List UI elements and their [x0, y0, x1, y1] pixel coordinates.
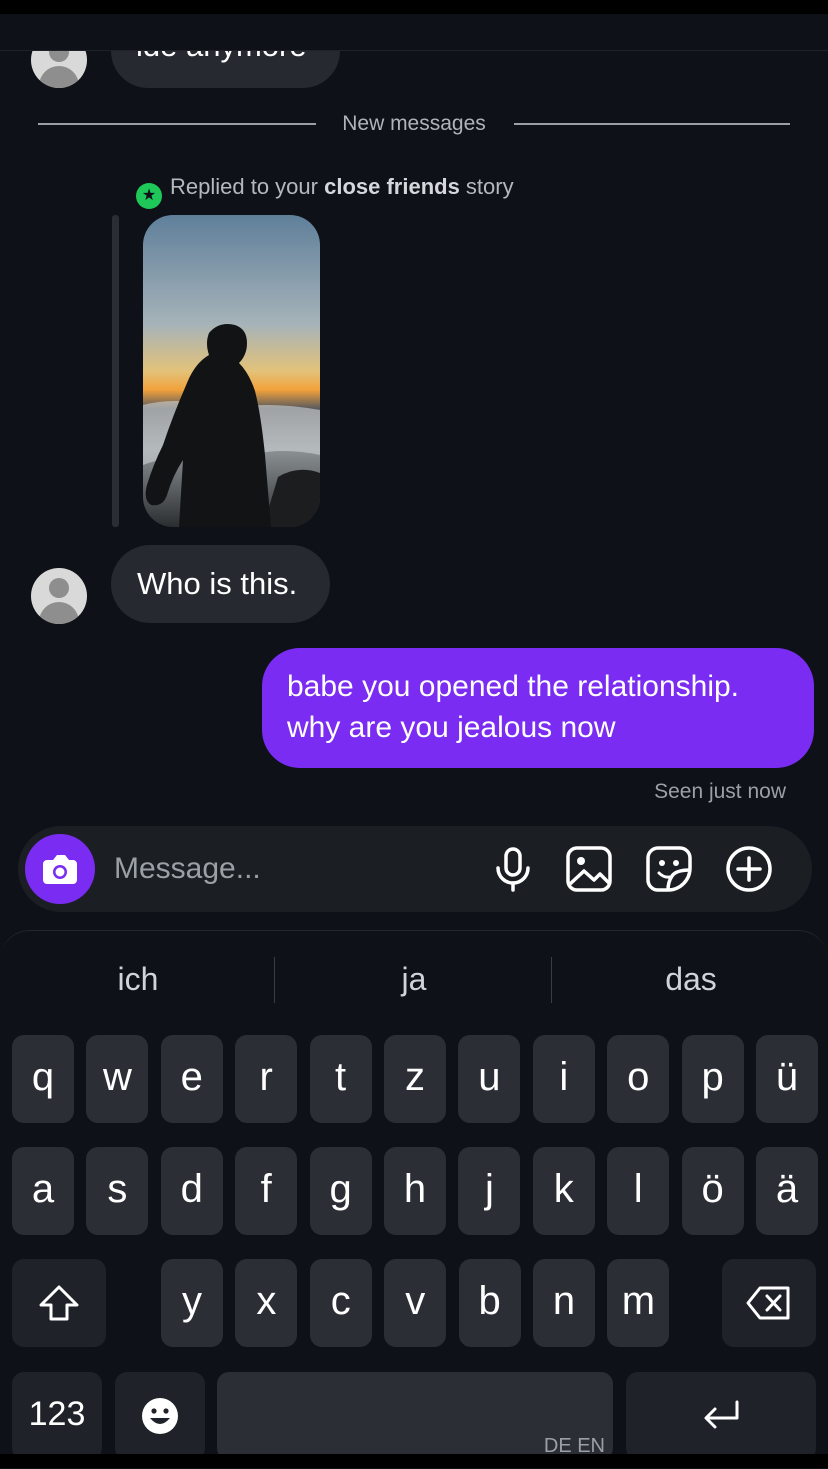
- key-ö[interactable]: ö: [681, 1147, 744, 1235]
- space-key[interactable]: DE EN: [217, 1372, 613, 1460]
- key-x[interactable]: x: [235, 1259, 298, 1347]
- key-t[interactable]: t: [309, 1035, 372, 1123]
- key-y[interactable]: y: [161, 1259, 223, 1347]
- shift-key[interactable]: [12, 1259, 106, 1347]
- key-q[interactable]: q: [12, 1035, 74, 1123]
- close-friends-star-icon: ★: [136, 183, 162, 209]
- emoji-icon: [142, 1398, 178, 1434]
- message-input[interactable]: [112, 848, 476, 890]
- key-i[interactable]: i: [532, 1035, 595, 1123]
- shift-icon: [39, 1285, 79, 1321]
- key-m[interactable]: m: [607, 1259, 670, 1347]
- incoming-message-bubble[interactable]: Who is this.: [111, 545, 330, 623]
- chat-screen: ide anymore New messages ★Replied to you…: [0, 0, 828, 1469]
- suggestion-divider: [274, 957, 275, 1003]
- plus-icon: [726, 846, 772, 892]
- header-divider-line: [0, 50, 828, 51]
- key-a[interactable]: a: [12, 1147, 74, 1235]
- message-composer: [18, 826, 812, 912]
- key-z[interactable]: z: [384, 1035, 446, 1123]
- return-icon: [704, 1400, 739, 1429]
- suggestion-3[interactable]: das: [553, 961, 828, 998]
- key-c[interactable]: c: [309, 1259, 372, 1347]
- key-l[interactable]: l: [607, 1147, 670, 1235]
- sticker-button[interactable]: [644, 844, 694, 894]
- new-messages-separator: New messages: [38, 110, 790, 138]
- backspace-key[interactable]: [722, 1259, 816, 1347]
- camera-icon: [43, 855, 77, 884]
- key-b[interactable]: b: [458, 1259, 521, 1347]
- key-f[interactable]: f: [235, 1147, 298, 1235]
- key-j[interactable]: j: [458, 1147, 521, 1235]
- backspace-icon: [746, 1286, 790, 1320]
- new-messages-label: New messages: [342, 112, 486, 135]
- reply-prefix-text: Replied to your: [170, 174, 325, 199]
- microphone-button[interactable]: [488, 844, 538, 894]
- key-ü[interactable]: ü: [756, 1035, 818, 1123]
- key-u[interactable]: u: [458, 1035, 521, 1123]
- story-thumbnail[interactable]: [143, 215, 320, 527]
- seen-status: Seen just now: [654, 780, 786, 803]
- key-k[interactable]: k: [532, 1147, 595, 1235]
- key-d[interactable]: d: [160, 1147, 223, 1235]
- key-e[interactable]: e: [160, 1035, 223, 1123]
- key-o[interactable]: o: [607, 1035, 670, 1123]
- key-r[interactable]: r: [235, 1035, 298, 1123]
- on-screen-keyboard: ich ja das qwertzuiopü asdfghjklöä yxcvb…: [0, 930, 828, 1469]
- sender-avatar[interactable]: [31, 568, 87, 624]
- reply-suffix-text: story: [459, 174, 514, 199]
- bottom-bar: [0, 1454, 828, 1468]
- suggestion-divider: [551, 957, 552, 1003]
- outgoing-message-line-1: babe you opened the relationship.: [287, 670, 740, 703]
- key-s[interactable]: s: [86, 1147, 149, 1235]
- key-v[interactable]: v: [384, 1259, 447, 1347]
- outgoing-message-bubble[interactable]: babe you opened the relationship. why ar…: [262, 648, 814, 768]
- key-h[interactable]: h: [384, 1147, 446, 1235]
- more-options-button[interactable]: [724, 844, 774, 894]
- close-friends-text: close friends: [324, 174, 460, 199]
- key-ä[interactable]: ä: [756, 1147, 818, 1235]
- reply-indicator-bar: [112, 215, 119, 527]
- gallery-button[interactable]: [564, 844, 614, 894]
- key-p[interactable]: p: [681, 1035, 744, 1123]
- story-reply-label: ★ Replied to your close friends story: [136, 174, 514, 209]
- numbers-key[interactable]: 123: [12, 1372, 102, 1460]
- camera-button[interactable]: [25, 834, 95, 904]
- sticker-icon: [646, 846, 692, 892]
- key-w[interactable]: w: [86, 1035, 149, 1123]
- emoji-key[interactable]: [115, 1372, 205, 1460]
- microphone-icon: [496, 847, 530, 892]
- incoming-message-text: Who is this.: [137, 566, 298, 601]
- return-key[interactable]: [626, 1372, 816, 1460]
- key-g[interactable]: g: [309, 1147, 372, 1235]
- outgoing-message-line-2: why are you jealous now: [287, 711, 616, 744]
- suggestion-1[interactable]: ich: [0, 961, 276, 998]
- status-bar-top: [0, 0, 828, 14]
- key-n[interactable]: n: [533, 1259, 595, 1347]
- gallery-icon: [566, 846, 612, 892]
- suggestion-2[interactable]: ja: [276, 961, 552, 998]
